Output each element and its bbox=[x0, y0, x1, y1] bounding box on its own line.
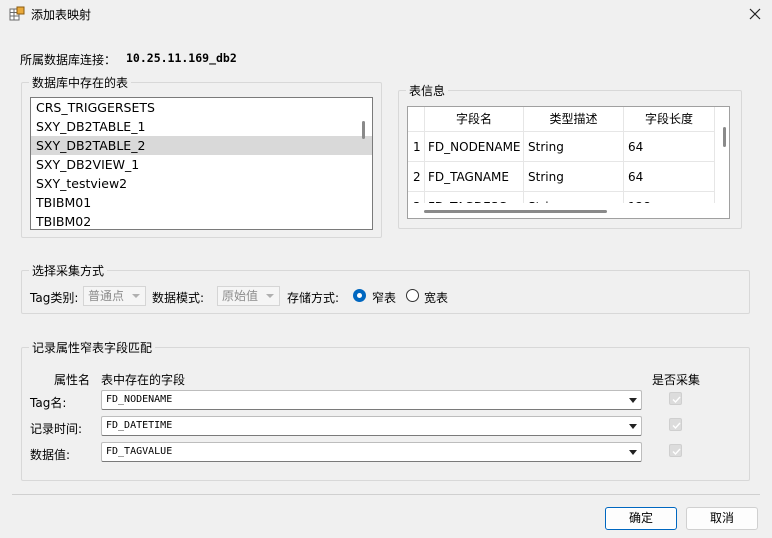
table-vscroll-thumb[interactable] bbox=[723, 127, 726, 147]
attr-label-tag: Tag名: bbox=[30, 396, 67, 410]
radio-narrow-table[interactable] bbox=[353, 289, 366, 302]
window-title: 添加表映射 bbox=[31, 8, 92, 22]
tag-type-select: 普通点 bbox=[83, 286, 146, 306]
table-list-item[interactable]: TBIBM01 bbox=[31, 193, 372, 212]
col-attr-header: 属性名 bbox=[54, 373, 91, 387]
attr-label-time: 记录时间: bbox=[30, 422, 83, 436]
data-mode-label: 数据模式: bbox=[152, 291, 205, 305]
footer-separator bbox=[12, 494, 760, 495]
table-list-item[interactable]: SXY_testview2 bbox=[31, 174, 372, 193]
field-select-tag-value: FD_NODENAME bbox=[106, 394, 173, 405]
header-length[interactable]: 字段长度 bbox=[624, 107, 715, 132]
cancel-button[interactable]: 取消 bbox=[686, 507, 758, 530]
field-select-value[interactable]: FD_TAGVALUE bbox=[101, 442, 642, 462]
chevron-down-icon bbox=[266, 294, 274, 298]
title-bar bbox=[0, 0, 772, 28]
header-field-name[interactable]: 字段名 bbox=[425, 107, 524, 132]
connection-label: 所属数据库连接： bbox=[20, 53, 117, 67]
ok-button[interactable]: 确定 bbox=[605, 507, 677, 530]
hscroll-track[interactable] bbox=[408, 203, 729, 218]
collect-checkbox-tag bbox=[669, 392, 682, 405]
field-select-value-value: FD_TAGVALUE bbox=[106, 446, 173, 457]
cell-type[interactable]: String bbox=[524, 132, 624, 162]
tag-type-label: Tag类别: bbox=[30, 291, 79, 305]
attr-label-value: 数据值: bbox=[30, 448, 71, 462]
collect-checkbox-time bbox=[669, 418, 682, 431]
table-mapping-icon bbox=[9, 6, 25, 22]
radio-wide-table[interactable] bbox=[406, 289, 419, 302]
tables-group-legend: 数据库中存在的表 bbox=[32, 76, 129, 90]
table-corner bbox=[408, 107, 425, 132]
field-select-time-value: FD_DATETIME bbox=[106, 420, 173, 431]
row-number: 2 bbox=[408, 162, 425, 192]
cell-type[interactable]: String bbox=[524, 162, 624, 192]
hscroll-thumb[interactable] bbox=[424, 210, 607, 213]
narrow-table-label[interactable]: 窄表 bbox=[372, 289, 396, 306]
storage-label: 存储方式: bbox=[287, 291, 340, 305]
collect-checkbox-value bbox=[669, 444, 682, 457]
cell-field-name[interactable]: FD_TAGNAME bbox=[425, 162, 524, 192]
field-match-legend: 记录属性窄表字段匹配 bbox=[32, 341, 153, 355]
header-type[interactable]: 类型描述 bbox=[524, 107, 624, 132]
list-scrollbar-thumb[interactable] bbox=[362, 121, 365, 139]
connection-value: 10.25.11.169_db2 bbox=[126, 51, 237, 65]
table-list-item[interactable]: SXY_DB2TABLE_1 bbox=[31, 117, 372, 136]
tag-type-value: 普通点 bbox=[88, 289, 125, 303]
close-icon[interactable] bbox=[746, 5, 764, 23]
chevron-down-icon[interactable] bbox=[629, 398, 637, 403]
chevron-down-icon[interactable] bbox=[629, 450, 637, 455]
collect-mode-legend: 选择采集方式 bbox=[32, 264, 105, 278]
cell-field-name[interactable]: FD_NODENAME bbox=[425, 132, 524, 162]
row-number: 1 bbox=[408, 132, 425, 162]
chevron-down-icon bbox=[132, 294, 140, 298]
table-list-item[interactable]: CRS_TRIGGERSETS bbox=[31, 98, 372, 117]
col-collect-header: 是否采集 bbox=[652, 373, 701, 387]
table-list-item[interactable]: SXY_DB2TABLE_2 bbox=[31, 136, 372, 155]
table-info-legend: 表信息 bbox=[409, 84, 446, 98]
table-list-item[interactable]: TBIBM02 bbox=[31, 212, 372, 229]
cell-length[interactable]: 64 bbox=[624, 162, 715, 192]
field-table[interactable]: 字段名 类型描述 字段长度 1 FD_NODENAME String 64 2 … bbox=[407, 106, 730, 219]
wide-table-label[interactable]: 宽表 bbox=[424, 289, 448, 306]
col-field-header: 表中存在的字段 bbox=[101, 373, 186, 387]
cell-length[interactable]: 64 bbox=[624, 132, 715, 162]
field-select-time[interactable]: FD_DATETIME bbox=[101, 416, 642, 436]
table-list-item[interactable]: SXY_DB2VIEW_1 bbox=[31, 155, 372, 174]
table-listbox[interactable]: CRS_TRIGGERSETS SXY_DB2TABLE_1 SXY_DB2TABL… bbox=[30, 97, 373, 230]
data-mode-select: 原始值 bbox=[217, 286, 280, 306]
data-mode-value: 原始值 bbox=[222, 289, 259, 303]
chevron-down-icon[interactable] bbox=[629, 424, 637, 429]
field-select-tag[interactable]: FD_NODENAME bbox=[101, 390, 642, 410]
